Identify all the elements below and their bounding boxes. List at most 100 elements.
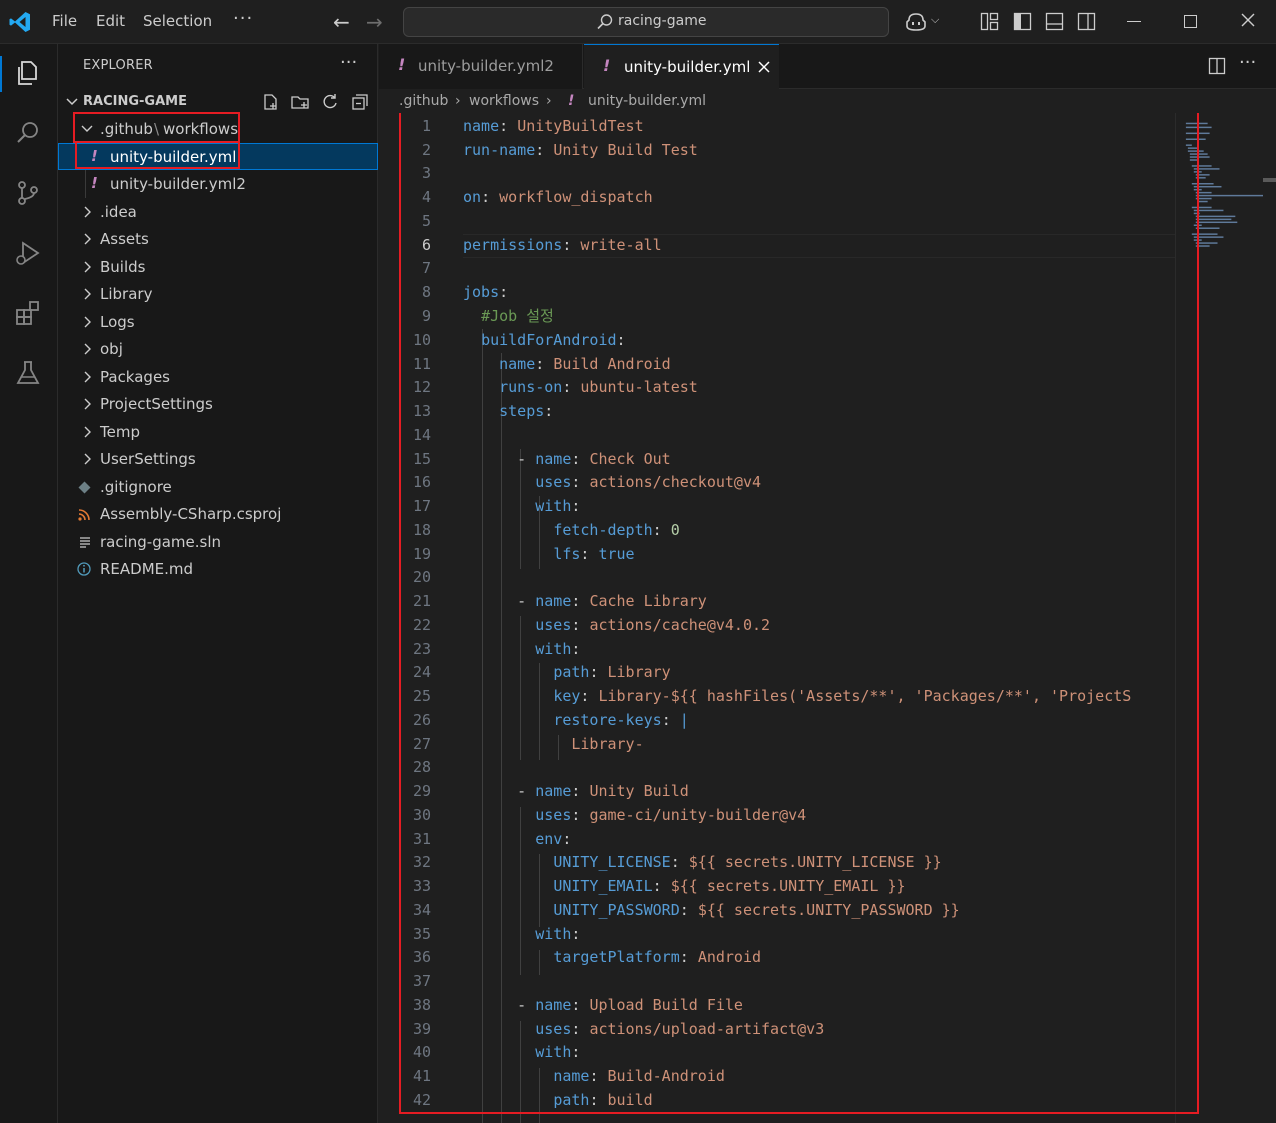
menu-file[interactable]: File	[52, 12, 77, 30]
breadcrumb-file[interactable]: unity-builder.yml	[588, 93, 706, 109]
chevron-down-icon[interactable]: ⌵	[931, 13, 939, 27]
explorer-icon[interactable]	[13, 58, 43, 88]
highlight-box	[399, 113, 1199, 1114]
chevron-right-icon	[84, 453, 91, 465]
command-center-text: racing-game	[618, 13, 707, 29]
chevron-down-icon	[66, 98, 78, 106]
chevron-right-icon	[84, 288, 91, 300]
search-icon	[597, 14, 613, 30]
tree-file-unity-builder-yml2[interactable]: ! unity-builder.yml2	[58, 171, 378, 198]
tree-file-csproj[interactable]: Assembly-CSharp.csproj	[58, 501, 378, 528]
tree-label: Logs	[100, 313, 135, 331]
command-center-search[interactable]: racing-game	[403, 7, 889, 37]
git-file-icon	[78, 481, 91, 494]
tree-label: .gitignore	[100, 478, 172, 496]
toggle-sidebar-icon[interactable]	[1013, 12, 1032, 31]
menu-edit[interactable]: Edit	[96, 12, 125, 30]
split-editor-icon[interactable]	[1208, 57, 1226, 75]
tab-unity-builder-yml[interactable]: ! unity-builder.yml	[584, 44, 779, 89]
toggle-panel-icon[interactable]	[1045, 12, 1064, 31]
testing-icon[interactable]	[13, 358, 43, 388]
collapse-all-icon[interactable]	[350, 92, 370, 112]
refresh-icon[interactable]	[320, 92, 340, 112]
search-icon[interactable]	[13, 118, 43, 148]
menu-more-button[interactable]: ···	[233, 8, 253, 29]
tree-label: Assets	[100, 230, 149, 248]
yaml-file-icon: !	[398, 55, 406, 74]
tree-label: Temp	[100, 423, 140, 441]
menu-selection[interactable]: Selection	[143, 12, 212, 30]
breadcrumb: .github › workflows › ! unity-builder.ym…	[379, 89, 1276, 113]
maximize-icon[interactable]	[1184, 15, 1197, 28]
run-debug-icon[interactable]	[13, 238, 43, 268]
close-icon[interactable]	[756, 59, 772, 75]
explorer-more-button[interactable]: ···	[340, 52, 357, 73]
tree-label: Packages	[100, 368, 170, 386]
customize-layout-icon[interactable]	[980, 12, 999, 31]
tree-label: UserSettings	[100, 450, 196, 468]
chevron-right-icon	[84, 261, 91, 273]
breadcrumb-workflows[interactable]: workflows	[469, 93, 539, 109]
project-name: RACING-GAME	[83, 94, 187, 109]
tab-unity-builder-yml2[interactable]: ! unity-builder.yml2	[379, 44, 583, 89]
explorer-title: EXPLORER	[83, 58, 153, 73]
tree-label: Library	[100, 285, 153, 303]
tree-folder[interactable]: ProjectSettings	[58, 391, 378, 418]
tree-file-sln[interactable]: racing-game.sln	[58, 529, 378, 556]
tree-label: unity-builder.yml2	[110, 175, 246, 193]
copilot-icon[interactable]	[905, 11, 927, 33]
activity-bar	[0, 44, 58, 1123]
tree-folder[interactable]: Packages	[58, 364, 378, 391]
tree-label: obj	[100, 340, 123, 358]
chevron-right-icon	[84, 343, 91, 355]
toggle-secondary-sidebar-icon[interactable]	[1077, 12, 1096, 31]
tree-label: README.md	[100, 560, 194, 578]
tree-file-gitignore[interactable]: .gitignore	[58, 474, 378, 501]
editor-tab-bar: ! unity-builder.yml2 ! unity-builder.yml…	[379, 44, 1276, 89]
tree-folder[interactable]: Library	[58, 281, 378, 308]
explorer-sidebar: EXPLORER ··· RACING-GAME .github \ workf…	[58, 44, 378, 1123]
close-icon[interactable]	[1238, 10, 1258, 30]
tree-folder[interactable]: Logs	[58, 309, 378, 336]
new-file-icon[interactable]	[260, 92, 280, 112]
back-arrow-icon[interactable]: ←	[333, 10, 350, 34]
tree-folder[interactable]: Temp	[58, 419, 378, 446]
yaml-file-icon: !	[91, 174, 98, 192]
extensions-icon[interactable]	[13, 298, 43, 328]
rss-file-icon	[78, 509, 90, 521]
scrollbar-thumb[interactable]	[1263, 178, 1276, 182]
text-file-icon	[80, 537, 90, 548]
chevron-right-icon	[84, 398, 91, 410]
chevron-right-icon: ›	[455, 93, 461, 109]
tab-label: unity-builder.yml	[624, 58, 751, 76]
chevron-right-icon	[84, 371, 91, 383]
tree-folder[interactable]: .idea	[58, 199, 378, 226]
breadcrumb-github[interactable]: .github	[399, 93, 448, 109]
title-bar: File Edit Selection ··· ← → racing-game …	[0, 0, 1276, 44]
active-indicator	[0, 56, 2, 92]
yaml-file-icon: !	[568, 93, 575, 109]
tree-folder[interactable]: Assets	[58, 226, 378, 253]
minimize-icon[interactable]	[1127, 21, 1141, 22]
tree-file-readme[interactable]: README.md	[58, 556, 378, 583]
vscode-logo-icon	[9, 12, 30, 32]
tab-label: unity-builder.yml2	[418, 57, 554, 75]
tree-folder[interactable]: obj	[58, 336, 378, 363]
info-icon	[77, 562, 91, 576]
source-control-icon[interactable]	[13, 178, 43, 208]
yaml-file-icon: !	[603, 56, 611, 75]
editor-more-button[interactable]: ···	[1239, 52, 1256, 73]
tree-label: racing-game.sln	[100, 533, 222, 551]
tree-folder[interactable]: UserSettings	[58, 446, 378, 473]
chevron-right-icon: ›	[546, 93, 552, 109]
tree-label: .idea	[100, 203, 137, 221]
tree-label: Assembly-CSharp.csproj	[100, 505, 282, 523]
tree-label: Builds	[100, 258, 146, 276]
chevron-right-icon	[84, 316, 91, 328]
tree-folder[interactable]: Builds	[58, 254, 378, 281]
new-folder-icon[interactable]	[290, 92, 310, 112]
code-editor[interactable]: 1 2 3 4 5 6 7 8 9 10 11 12 13 14 15 16 17 18 19 20 21 22 23 24 2…	[379, 113, 1276, 1123]
forward-arrow-icon[interactable]: →	[366, 10, 383, 34]
tree-label: ProjectSettings	[100, 395, 213, 413]
project-header[interactable]: RACING-GAME	[58, 90, 378, 114]
